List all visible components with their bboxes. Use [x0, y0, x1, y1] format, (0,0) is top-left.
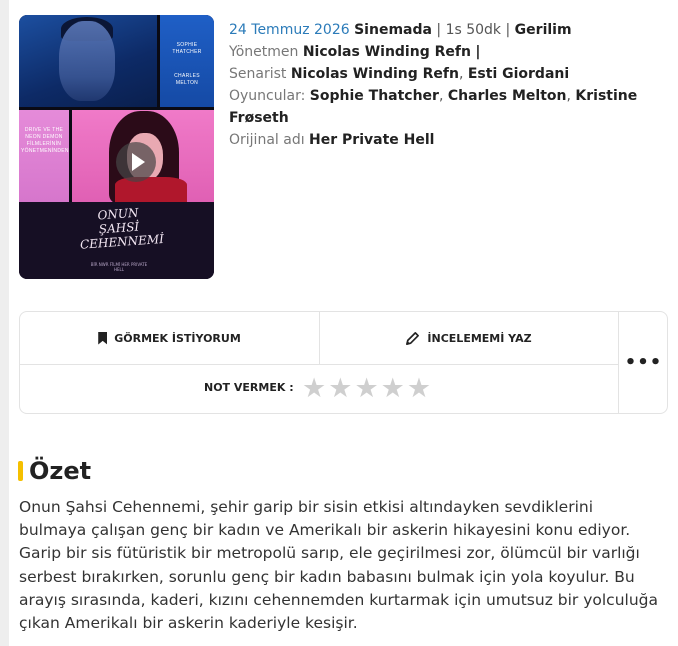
movie-poster[interactable]: SOPHIE THATCHER CHARLES MELTON DRIVE VE …: [19, 15, 214, 279]
more-icon: •••: [624, 352, 663, 373]
star-icon[interactable]: ★: [328, 375, 352, 402]
director-label: Yönetmen: [229, 44, 299, 60]
write-review-label: İNCELEMEMİ YAZ: [427, 331, 532, 345]
poster-divider: [157, 15, 160, 107]
pencil-icon: [406, 331, 420, 345]
rating-stars: ★ ★ ★ ★ ★: [302, 375, 431, 402]
want-to-watch-label: GÖRMEK İSTİYORUM: [114, 331, 241, 345]
poster-actor-name: CHARLES MELTON: [174, 73, 200, 86]
poster-tagline: DRIVE VE THE NEON DEMON FİLMLERİNİN YÖNE…: [21, 127, 69, 154]
summary-heading: Özet: [18, 457, 91, 485]
star-icon[interactable]: ★: [354, 375, 378, 402]
writer-link[interactable]: Nicolas Winding Refn: [291, 66, 459, 82]
star-icon[interactable]: ★: [302, 375, 326, 402]
poster-credit: BİR NWR FİLMİ HER PRIVATE HELL: [90, 262, 148, 272]
bookmark-icon: [98, 331, 108, 345]
heading-accent-bar: [18, 461, 23, 481]
separator: |: [475, 44, 481, 60]
release-date[interactable]: 24 Temmuz 2026: [229, 22, 350, 38]
separator: |: [436, 22, 442, 38]
director-row: Yönetmen Nicolas Winding Refn |: [229, 41, 669, 63]
poster-panel-names: [160, 15, 214, 107]
movie-info: 24 Temmuz 2026 Sinemada | 1s 50dk | Geri…: [229, 19, 669, 151]
writer-label: Senarist: [229, 66, 287, 82]
poster-actress-shirt: [115, 177, 187, 203]
duration: 1s 50dk: [445, 22, 502, 38]
genre-link[interactable]: Gerilim: [515, 22, 572, 38]
writer-link[interactable]: Esti Giordani: [468, 66, 569, 82]
star-icon[interactable]: ★: [407, 375, 431, 402]
action-panel: GÖRMEK İSTİYORUM İNCELEMEMİ YAZ ••• NOT …: [19, 311, 668, 414]
cast-row: Oyuncular: Sophie Thatcher, Charles Melt…: [229, 88, 638, 126]
star-icon[interactable]: ★: [381, 375, 405, 402]
cast-link[interactable]: Sophie Thatcher: [310, 88, 439, 104]
original-title-label: Orijinal adı: [229, 132, 305, 148]
divider: [20, 364, 618, 365]
summary-text: Onun Şahsi Cehennemi, şehir garip bir si…: [19, 498, 658, 633]
writer-row: Senarist Nicolas Winding Refn, Esti Gior…: [229, 66, 570, 82]
left-rail: [0, 0, 9, 646]
rate-label: NOT VERMEK :: [204, 381, 294, 394]
cast-label: Oyuncular:: [229, 88, 306, 104]
more-options-button[interactable]: •••: [618, 312, 668, 413]
original-title: Her Private Hell: [309, 132, 435, 148]
release-status: Sinemada: [354, 22, 432, 38]
separator: |: [505, 22, 511, 38]
director-link[interactable]: Nicolas Winding Refn: [303, 44, 471, 60]
write-review-button[interactable]: İNCELEMEMİ YAZ: [319, 312, 618, 364]
play-trailer-icon[interactable]: [116, 142, 156, 182]
poster-title: ONUN ŞAHSİ CEHENNEMİ: [79, 205, 165, 252]
release-row: 24 Temmuz 2026 Sinemada | 1s 50dk | Geri…: [229, 19, 669, 41]
summary-title: Özet: [29, 457, 92, 485]
want-to-watch-button[interactable]: GÖRMEK İSTİYORUM: [20, 312, 320, 364]
original-title-row: Orijinal adı Her Private Hell: [229, 129, 669, 151]
cast-link[interactable]: Charles Melton: [448, 88, 567, 104]
poster-actor-name: SOPHIE THATCHER: [172, 42, 202, 55]
poster-actor-face: [59, 21, 115, 101]
poster-panel-tagline: [19, 110, 69, 202]
